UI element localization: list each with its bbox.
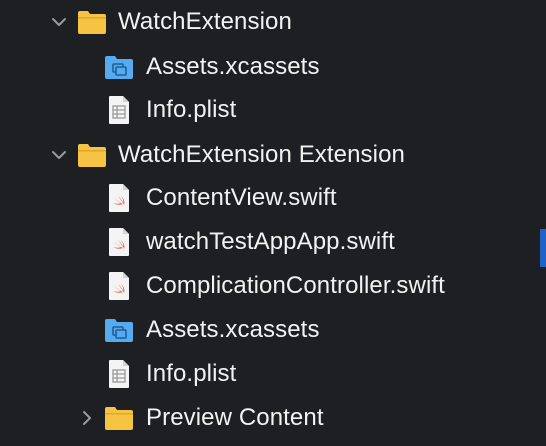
folder-icon: [77, 7, 107, 37]
navigator-row-assets[interactable]: Assets.xcassets: [0, 47, 536, 87]
swift-file-icon: [104, 227, 134, 257]
item-label: ComplicationController.swift: [146, 272, 445, 299]
navigator-row-watchtestappapp-swift[interactable]: watchTestAppApp.swift: [0, 222, 536, 262]
asset-catalog-icon: [104, 52, 134, 82]
navigator-row-complicationcontroller-swift[interactable]: ComplicationController.swift: [0, 266, 536, 306]
plist-file-icon: [104, 359, 134, 389]
navigator-row-assets[interactable]: Assets.xcassets: [0, 310, 536, 350]
swift-file-icon: [104, 183, 134, 213]
item-label: Info.plist: [146, 96, 237, 123]
scroll-indicator[interactable]: [540, 229, 546, 267]
chevron-down-icon[interactable]: [50, 13, 68, 31]
item-label: WatchExtension: [118, 8, 292, 35]
item-label: Assets.xcassets: [146, 316, 320, 343]
navigator-row-info-plist[interactable]: Info.plist: [0, 354, 536, 394]
chevron-down-icon[interactable]: [50, 146, 68, 164]
plist-file-icon: [104, 95, 134, 125]
chevron-right-icon[interactable]: [78, 409, 96, 427]
project-navigator: WatchExtension Assets.xcassets Info.plis…: [0, 0, 546, 446]
folder-icon: [77, 140, 107, 170]
navigator-row-watchextension-extension[interactable]: WatchExtension Extension: [0, 135, 536, 175]
item-label: Info.plist: [146, 360, 237, 387]
navigator-row-preview-content[interactable]: Preview Content: [0, 398, 536, 438]
item-label: Preview Content: [146, 404, 324, 431]
item-label: ContentView.swift: [146, 184, 337, 211]
navigator-row-watchextension[interactable]: WatchExtension: [0, 2, 536, 42]
asset-catalog-icon: [104, 315, 134, 345]
item-label: Assets.xcassets: [146, 53, 320, 80]
item-label: watchTestAppApp.swift: [146, 228, 395, 255]
swift-file-icon: [104, 271, 134, 301]
folder-icon: [104, 403, 134, 433]
navigator-row-contentview-swift[interactable]: ContentView.swift: [0, 178, 536, 218]
item-label: WatchExtension Extension: [118, 141, 405, 168]
navigator-row-info-plist[interactable]: Info.plist: [0, 90, 536, 130]
